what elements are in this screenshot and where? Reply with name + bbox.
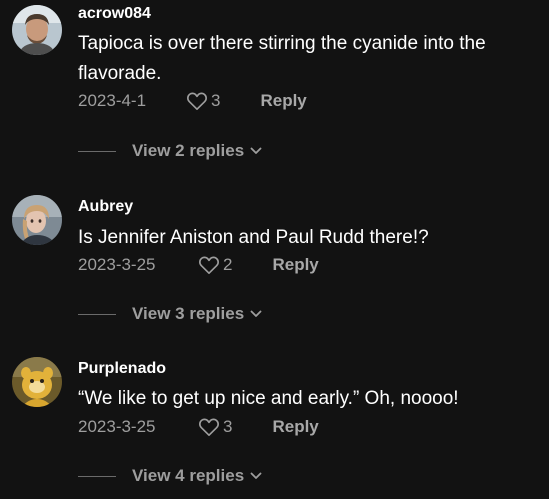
comment-meta: 2023-3-25 3 Reply (78, 416, 319, 438)
avatar[interactable] (12, 357, 62, 407)
comment-username[interactable]: Purplenado (78, 360, 166, 378)
reply-button[interactable]: Reply (272, 417, 318, 437)
view-replies-label: View 4 replies (132, 466, 245, 485)
comment-text: “We like to get up nice and early.” Oh, … (78, 388, 459, 409)
like-button[interactable]: 3 (198, 417, 232, 437)
view-replies-button[interactable]: View 4 replies (132, 466, 262, 486)
comment-item: Purplenado “We like to get up nice and e… (0, 0, 549, 499)
divider-line (78, 475, 116, 477)
heart-icon (199, 418, 219, 436)
chevron-down-icon (250, 472, 262, 479)
view-replies: View 4 replies (78, 465, 262, 487)
like-count: 3 (223, 417, 233, 436)
comment-date: 2023-3-25 (78, 417, 156, 436)
